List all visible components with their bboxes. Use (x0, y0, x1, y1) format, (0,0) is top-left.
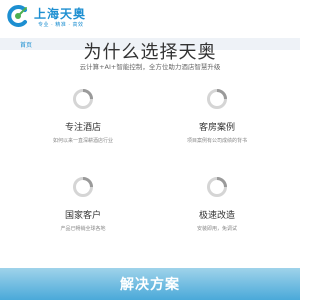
solutions-banner: 解决方案 (0, 268, 300, 300)
section-subtitle: 云计算+AI+智能控制，全方位助力酒店智慧升级 (79, 63, 221, 71)
site-header: 上海天奥 专业 · 精准 · 高效 (0, 0, 300, 38)
feature-title: 国家客户 (64, 211, 101, 221)
feature-title: 客房案例 (198, 123, 235, 133)
ring-icon (207, 89, 227, 109)
feature-title: 极速改造 (198, 211, 235, 221)
feature-item: 国家客户 产品已畅销全球各地 (18, 176, 148, 232)
feature-desc: 项目案例有公司成绩的背书 (186, 138, 247, 144)
banner-title: 解决方案 (120, 277, 180, 293)
brand-slogan: 专业 · 精准 · 高效 (38, 22, 84, 28)
feature-title: 专注酒店 (64, 123, 101, 133)
feature-desc: 产品已畅销全球各地 (60, 226, 106, 232)
feature-desc: 如何以来一直深耕酒店行业 (52, 138, 113, 144)
brand-name: 上海天奥 (34, 7, 87, 21)
ring-icon (207, 177, 227, 197)
ring-icon (73, 177, 93, 197)
feature-desc: 安装即用，免调试 (196, 226, 237, 232)
feature-item: 专注酒店 如何以来一直深耕酒店行业 (18, 88, 148, 144)
feature-item: 极速改造 安装即用，免调试 (152, 176, 282, 232)
ring-icon (73, 89, 93, 109)
feature-item: 客房案例 项目案例有公司成绩的背书 (152, 88, 282, 144)
logo-icon[interactable] (6, 4, 30, 28)
